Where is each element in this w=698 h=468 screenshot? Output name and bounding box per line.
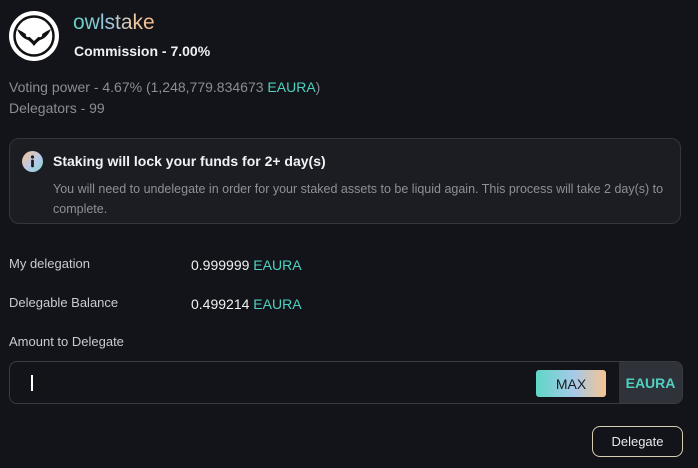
delegate-button[interactable]: Delegate: [592, 426, 683, 457]
commission-rate: Commission - 7.00%: [74, 43, 211, 59]
notice-body: You will need to undelegate in order for…: [53, 182, 664, 216]
my-delegation-unit: EAURA: [253, 257, 302, 273]
validator-name: owlstake: [73, 11, 155, 34]
amount-label: Amount to Delegate: [9, 334, 124, 349]
amount-unit: EAURA: [619, 362, 682, 403]
voting-power: Voting power - 4.67% (1,248,779.834673 E…: [9, 79, 320, 95]
my-delegation-amount: 0.999999: [191, 257, 250, 273]
text-caret: [31, 375, 33, 391]
info-icon: [22, 151, 43, 172]
amount-input[interactable]: [10, 362, 532, 403]
delegable-balance-value: 0.499214 EAURA: [191, 296, 302, 312]
voting-power-unit: EAURA: [267, 79, 316, 95]
max-button[interactable]: MAX: [536, 370, 606, 397]
owl-logo-icon: [9, 11, 59, 61]
staking-lock-notice: Staking will lock your funds for 2+ day(…: [9, 138, 681, 224]
delegable-balance-label: Delegable Balance: [9, 295, 119, 310]
delegators-count: Delegators - 99: [9, 100, 105, 116]
voting-power-close: ): [315, 79, 321, 95]
voting-power-text: Voting power - 4.67% (1,248,779.834673: [9, 79, 268, 95]
notice-title: Staking will lock your funds for 2+ day(…: [53, 153, 326, 169]
amount-field: MAX EAURA: [9, 361, 683, 404]
delegable-balance-unit: EAURA: [253, 296, 302, 312]
my-delegation-value: 0.999999 EAURA: [191, 257, 302, 273]
my-delegation-label: My delegation: [9, 256, 90, 271]
delegable-balance-amount: 0.499214: [191, 296, 250, 312]
